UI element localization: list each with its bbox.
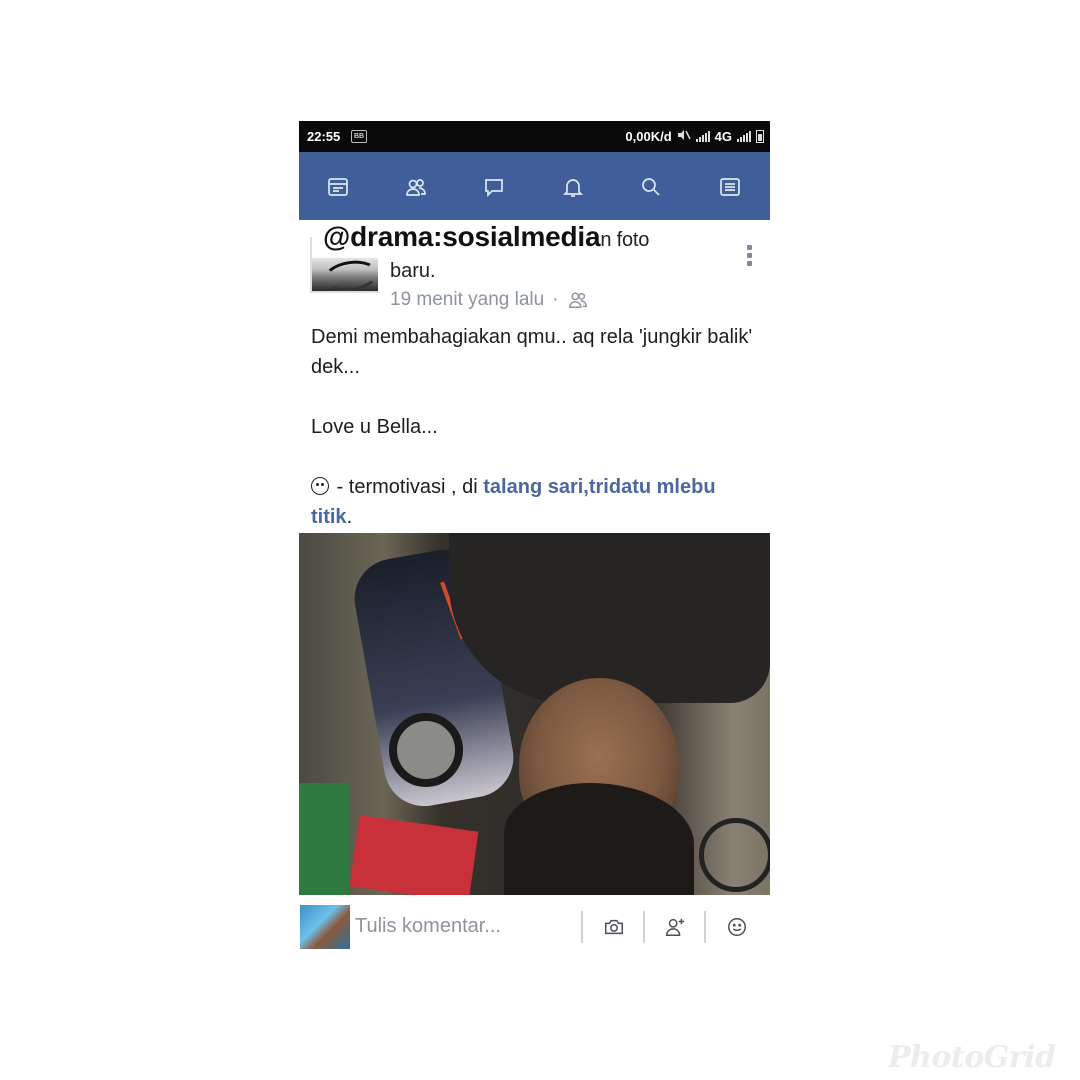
status-bar: 22:55 BB 0,00K/d 4G xyxy=(299,121,770,152)
photo-detail xyxy=(299,783,349,895)
status-time: 22:55 xyxy=(307,129,341,144)
friends-icon[interactable] xyxy=(403,174,429,200)
news-feed-icon[interactable] xyxy=(325,174,351,200)
data-rate: 0,00K/d xyxy=(625,129,672,144)
search-icon[interactable] xyxy=(638,174,664,200)
feeling-emoji-icon xyxy=(311,477,329,495)
post-action-text: n foto xyxy=(600,229,650,251)
post-photo[interactable] xyxy=(299,533,770,895)
meta-separator: · xyxy=(552,289,559,310)
battery-icon xyxy=(756,130,764,143)
photo-detail xyxy=(449,533,770,703)
feeling-end: . xyxy=(346,506,353,528)
post-meta: 19 menit yang lalu · xyxy=(390,289,589,311)
signal-icon xyxy=(695,131,710,142)
photo-detail xyxy=(699,818,770,892)
comment-input[interactable]: Tulis komentar... xyxy=(355,915,501,938)
post-author-line: @drama:sosialmedian foto xyxy=(323,221,649,253)
photo-detail xyxy=(389,713,463,787)
post-feeling: - termotivasi , di talang sari,tridatu m… xyxy=(311,472,761,532)
tag-friend-icon[interactable] xyxy=(663,915,687,939)
menu-icon[interactable] xyxy=(717,174,743,200)
blackberry-messenger-icon: BB xyxy=(351,130,367,143)
nav-bar xyxy=(299,152,770,220)
friends-icon xyxy=(568,292,587,308)
comment-bar: Tulis komentar... xyxy=(299,905,770,949)
post-time[interactable]: 19 menit yang lalu xyxy=(390,289,544,311)
feeling-text: - termotivasi , di xyxy=(331,476,484,498)
post-options-icon[interactable] xyxy=(743,245,755,269)
post-text-line: Demi membahagiakan qmu.. aq rela 'jungki… xyxy=(311,326,753,378)
post-body: Demi membahagiakan qmu.. aq rela 'jungki… xyxy=(311,322,761,532)
signal-icon-2 xyxy=(737,131,751,142)
post-author-name[interactable]: @drama:sosialmedia xyxy=(323,221,601,252)
photogrid-watermark: PhotoGrid xyxy=(888,1040,1056,1075)
divider xyxy=(581,911,583,943)
phone-screen: 22:55 BB 0,00K/d 4G @drama:sosialmedian … xyxy=(299,121,770,951)
commenter-avatar xyxy=(300,905,350,949)
messages-icon[interactable] xyxy=(481,174,507,200)
divider xyxy=(643,911,645,943)
notifications-icon[interactable] xyxy=(560,174,586,200)
mute-icon xyxy=(677,129,691,144)
network-type: 4G xyxy=(714,129,732,144)
post-text-line: Love u Bella... xyxy=(311,416,438,438)
status-indicators: 0,00K/d 4G xyxy=(625,129,764,144)
camera-icon[interactable] xyxy=(602,915,626,939)
emoji-icon[interactable] xyxy=(725,915,749,939)
divider xyxy=(704,911,706,943)
photo-detail xyxy=(349,815,479,895)
post-action-text-2: baru. xyxy=(390,260,436,282)
